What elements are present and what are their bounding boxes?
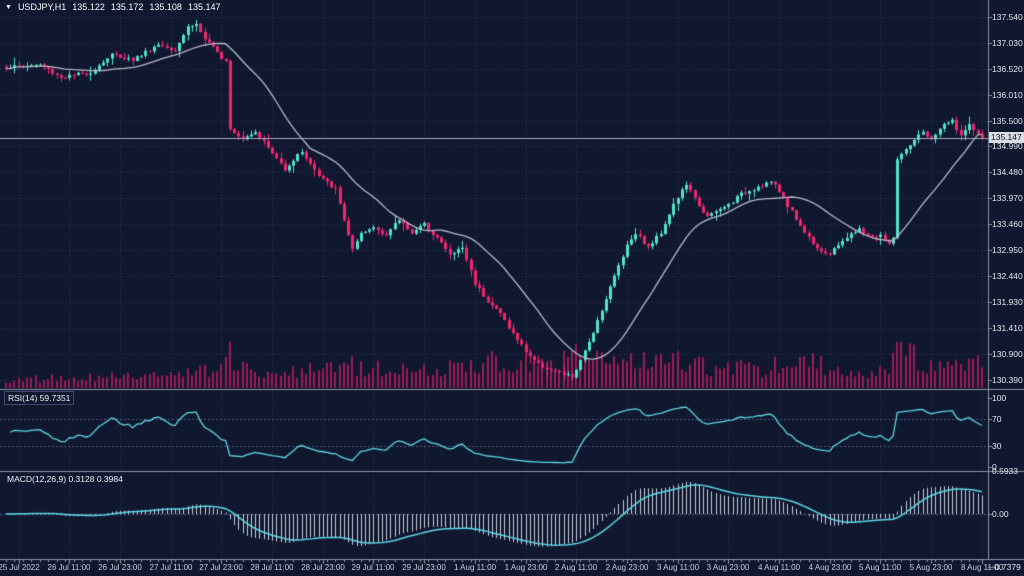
macd-axis-label: 0.5933 [992,466,1018,476]
time-axis[interactable]: 25 Jul 2022 26 Jul 11:00 26 Jul 23:00 27 Ju… [0,560,1024,576]
time-axis-label: 3 Aug 11:00 [657,563,699,572]
time-axis-label: 27 Jul 11:00 [150,563,193,572]
ohlc-close: 135.147 [188,2,221,12]
price-axis-label: 131.930 [992,297,1023,307]
current-price-tag: 135.147 [989,132,1024,143]
time-axis-label: 2 Aug 11:00 [555,563,597,572]
price-axis-label: 132.440 [992,271,1023,281]
rsi-axis-label: 30 [992,441,1001,451]
current-price-value: 135.147 [991,132,1022,142]
time-axis-label: 4 Aug 23:00 [809,563,852,572]
ohlc-low: 135.108 [149,2,182,12]
price-axis-label: 132.950 [992,245,1023,255]
price-axis-label: 130.900 [992,349,1023,359]
symbol-dropdown-icon[interactable]: ▼ [5,4,12,11]
time-axis-label: 26 Jul 11:00 [48,563,91,572]
time-axis-label: 3 Aug 23:00 [707,563,750,572]
price-axis-label: 133.970 [992,193,1023,203]
time-axis-label: 5 Aug 11:00 [859,563,901,572]
macd-value-signal: 0.3984 [97,474,123,484]
time-axis-label: 28 Jul 11:00 [251,563,294,572]
macd-value-main: 0.3128 [68,474,94,484]
rsi-axis-label: 100 [992,393,1006,403]
rsi-name: RSI(14) [8,393,37,403]
time-axis-label: 29 Jul 11:00 [352,563,395,572]
macd-axis-label: 0.00 [992,509,1009,519]
rsi-axis-label: 70 [992,414,1001,424]
trading-chart-window: ▼ USDJPY,H1 135.122 135.172 135.108 135.… [0,0,1024,576]
time-axis-label: 27 Jul 23:00 [199,563,243,572]
symbol-label: USDJPY,H1 [18,2,66,12]
ohlc-high: 135.172 [111,2,144,12]
time-axis-label: 28 Jul 23:00 [301,563,345,572]
price-axis-label: 134.480 [992,167,1023,177]
price-axis-label: 131.410 [992,323,1023,333]
time-axis-label: 26 Jul 23:00 [98,563,142,572]
macd-name: MACD(12,26,9) [7,474,66,484]
chart-header: ▼ USDJPY,H1 135.122 135.172 135.108 135.… [5,2,220,12]
time-axis-label: 2 Aug 23:00 [606,563,649,572]
price-axis[interactable]: 137.540137.030136.520136.010135.500134.9… [988,0,1024,560]
price-axis-label: 136.010 [992,90,1023,100]
price-axis-label: 137.030 [992,38,1023,48]
time-axis-label: 1 Aug 11:00 [454,563,496,572]
rsi-value: 59.7351 [40,393,71,403]
time-axis-label: 29 Jul 23:00 [402,563,446,572]
price-axis-label: 133.460 [992,219,1023,229]
rsi-label: RSI(14) 59.7351 [4,391,74,405]
chart-canvas[interactable] [0,0,1024,576]
price-axis-label: 136.520 [992,64,1023,74]
price-axis-label: 137.540 [992,12,1023,22]
time-axis-label: 25 Jul 2022 [0,563,40,572]
price-axis-label: 135.500 [992,116,1023,126]
macd-label: MACD(12,26,9) 0.3128 0.3984 [4,473,126,485]
time-axis-label: 5 Aug 23:00 [910,563,953,572]
time-axis-label: 1 Aug 23:00 [505,563,548,572]
price-axis-label: 130.390 [992,375,1023,385]
ohlc-open: 135.122 [72,2,105,12]
time-axis-label: 4 Aug 11:00 [758,563,800,572]
time-axis-label: 8 Aug 11:00 [961,563,1003,572]
